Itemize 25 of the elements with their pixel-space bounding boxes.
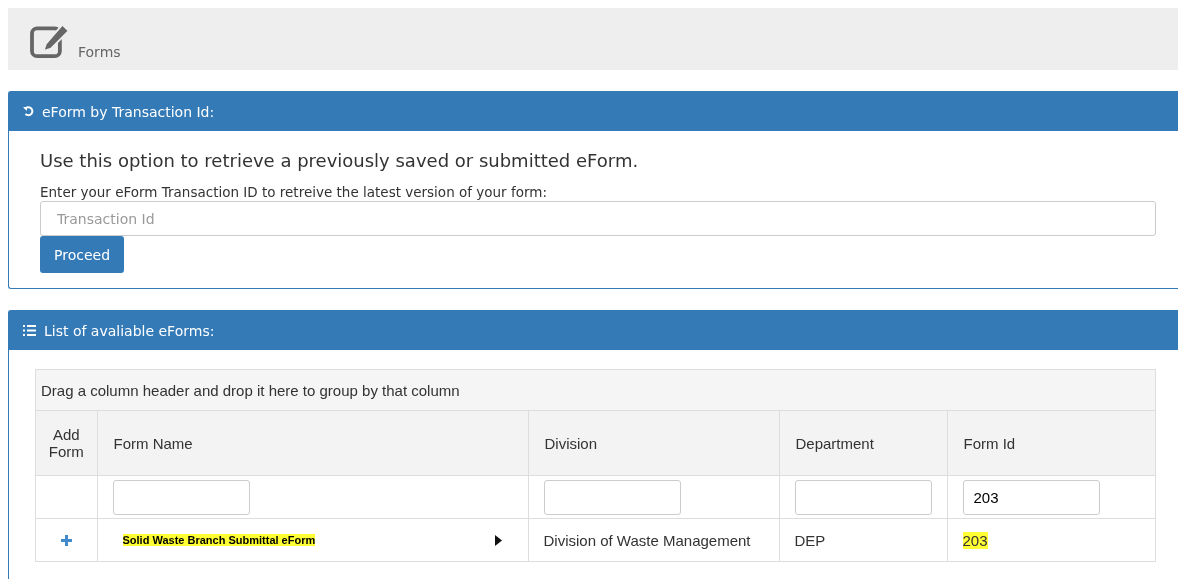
filter-field[interactable] [543, 479, 681, 515]
panel-title: eForm by Transaction Id: [42, 103, 215, 120]
panel-title: List of avaliable eForms: [44, 322, 215, 339]
play-arrow-icon[interactable] [494, 534, 502, 546]
panel-lead: Use this option to retrieve a previously saved or submitted eForm. [40, 149, 640, 172]
column-header[interactable]: Add Form [36, 411, 97, 476]
table-cell: DEP [794, 531, 826, 549]
filter-field[interactable] [112, 479, 250, 515]
group-hint: Drag a column header and drop it here to group by that column [41, 381, 460, 399]
form-name[interactable]: Solid Waste Branch Submittal eForm [122, 534, 316, 546]
transaction-id-field[interactable]: Transaction Id [40, 201, 1156, 236]
history-icon [23, 106, 34, 117]
page-title: Forms [78, 44, 121, 60]
table-cell: Division of Waste Management [543, 531, 751, 549]
add-icon[interactable] [60, 534, 72, 546]
field-label: Enter your eForm Transaction ID to retreive the latest version of your form: [40, 184, 548, 201]
table-cell: 203 [962, 531, 988, 549]
column-header[interactable]: Form Id [947, 411, 1155, 476]
column-header[interactable]: Form Name [97, 411, 528, 476]
column-header[interactable]: Department [779, 411, 947, 476]
filter-field[interactable] [794, 479, 932, 515]
list-icon [23, 325, 36, 336]
column-header[interactable]: Division [528, 411, 779, 476]
proceed-button[interactable]: Proceed [40, 236, 125, 273]
filter-field[interactable]: 203 [962, 479, 1100, 515]
